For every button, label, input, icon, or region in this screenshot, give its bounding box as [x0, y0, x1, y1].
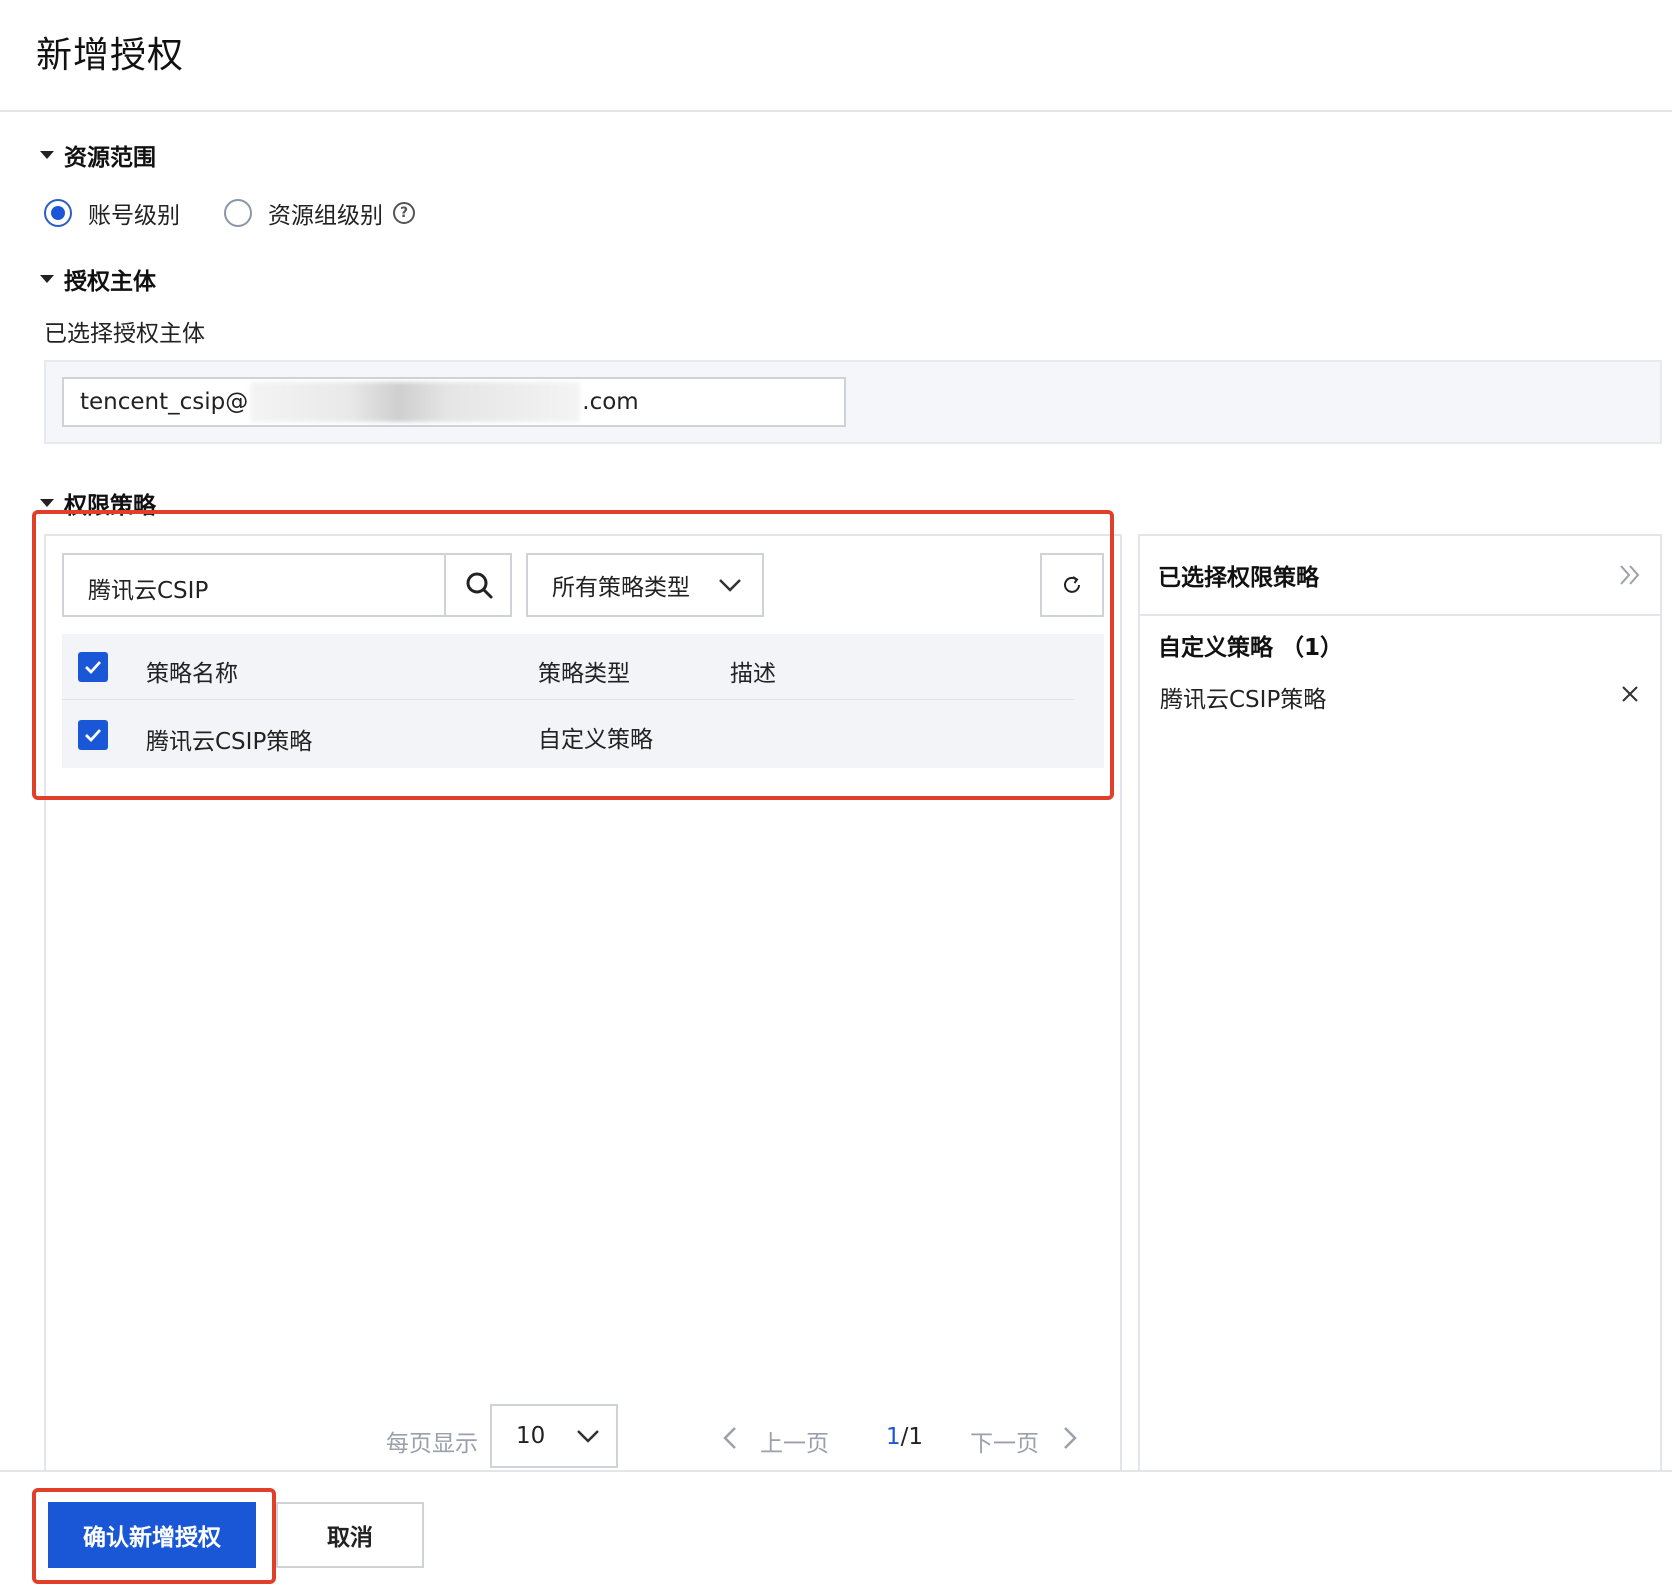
caret-down-icon [40, 275, 54, 283]
subject-value-prefix: tencent_csip@ [80, 389, 249, 415]
double-chevron-right-icon [1620, 565, 1640, 585]
selected-policy-panel [1138, 534, 1662, 1472]
radio-unchecked-icon[interactable] [224, 199, 252, 227]
radio-label: 账号级别 [88, 203, 180, 229]
radio-label: 资源组级别 [268, 203, 383, 229]
selected-panel-title: 已选择权限策略 [1158, 565, 1319, 591]
prev-page-label[interactable]: 上一页 [760, 1424, 829, 1458]
section-title: 资源范围 [64, 145, 156, 171]
close-icon [1622, 686, 1638, 702]
section-subject[interactable]: 授权主体 [40, 262, 156, 296]
redacted-region [250, 382, 581, 422]
cancel-button[interactable]: 取消 [276, 1502, 424, 1568]
highlight-annotation [32, 1488, 276, 1584]
selected-subject-tag[interactable]: tencent_csip@ .com [62, 377, 846, 427]
subject-value-suffix: .com [582, 389, 639, 415]
caret-down-icon [40, 499, 54, 507]
radio-checked-icon[interactable] [44, 199, 72, 227]
next-page-label[interactable]: 下一页 [970, 1424, 1039, 1458]
section-title: 授权主体 [64, 269, 156, 295]
footer-divider [0, 1470, 1672, 1472]
prev-page-button[interactable] [722, 1426, 738, 1454]
highlight-annotation [32, 510, 1114, 800]
radio-account-level[interactable]: 账号级别 [44, 196, 180, 230]
per-page-label: 每页显示 [386, 1431, 478, 1457]
page-title: 新增授权 [36, 35, 185, 76]
current-page: 1 [886, 1424, 901, 1450]
chevron-down-icon [577, 1430, 599, 1443]
page-indicator: 1/1 [886, 1424, 923, 1450]
collapse-panel-button[interactable] [1618, 564, 1642, 590]
radio-resource-group-level[interactable]: 资源组级别 ? [224, 196, 415, 230]
page-size-select[interactable]: 10 [490, 1404, 618, 1468]
caret-down-icon [40, 151, 54, 159]
total-pages: /1 [900, 1424, 924, 1450]
remove-policy-button[interactable] [1620, 684, 1640, 708]
panel-divider [1138, 614, 1662, 616]
section-resource-scope[interactable]: 资源范围 [40, 138, 156, 172]
chevron-left-icon [723, 1427, 736, 1449]
selected-group-label: 自定义策略 （1） [1158, 635, 1344, 661]
selected-subject-label: 已选择授权主体 [44, 321, 205, 347]
selected-policy-item: 腾讯云CSIP策略 [1160, 687, 1327, 713]
next-page-button[interactable] [1062, 1426, 1078, 1454]
page-size-value: 10 [516, 1423, 546, 1449]
chevron-right-icon [1064, 1427, 1077, 1449]
help-icon[interactable]: ? [393, 202, 415, 224]
header-divider [0, 110, 1672, 112]
